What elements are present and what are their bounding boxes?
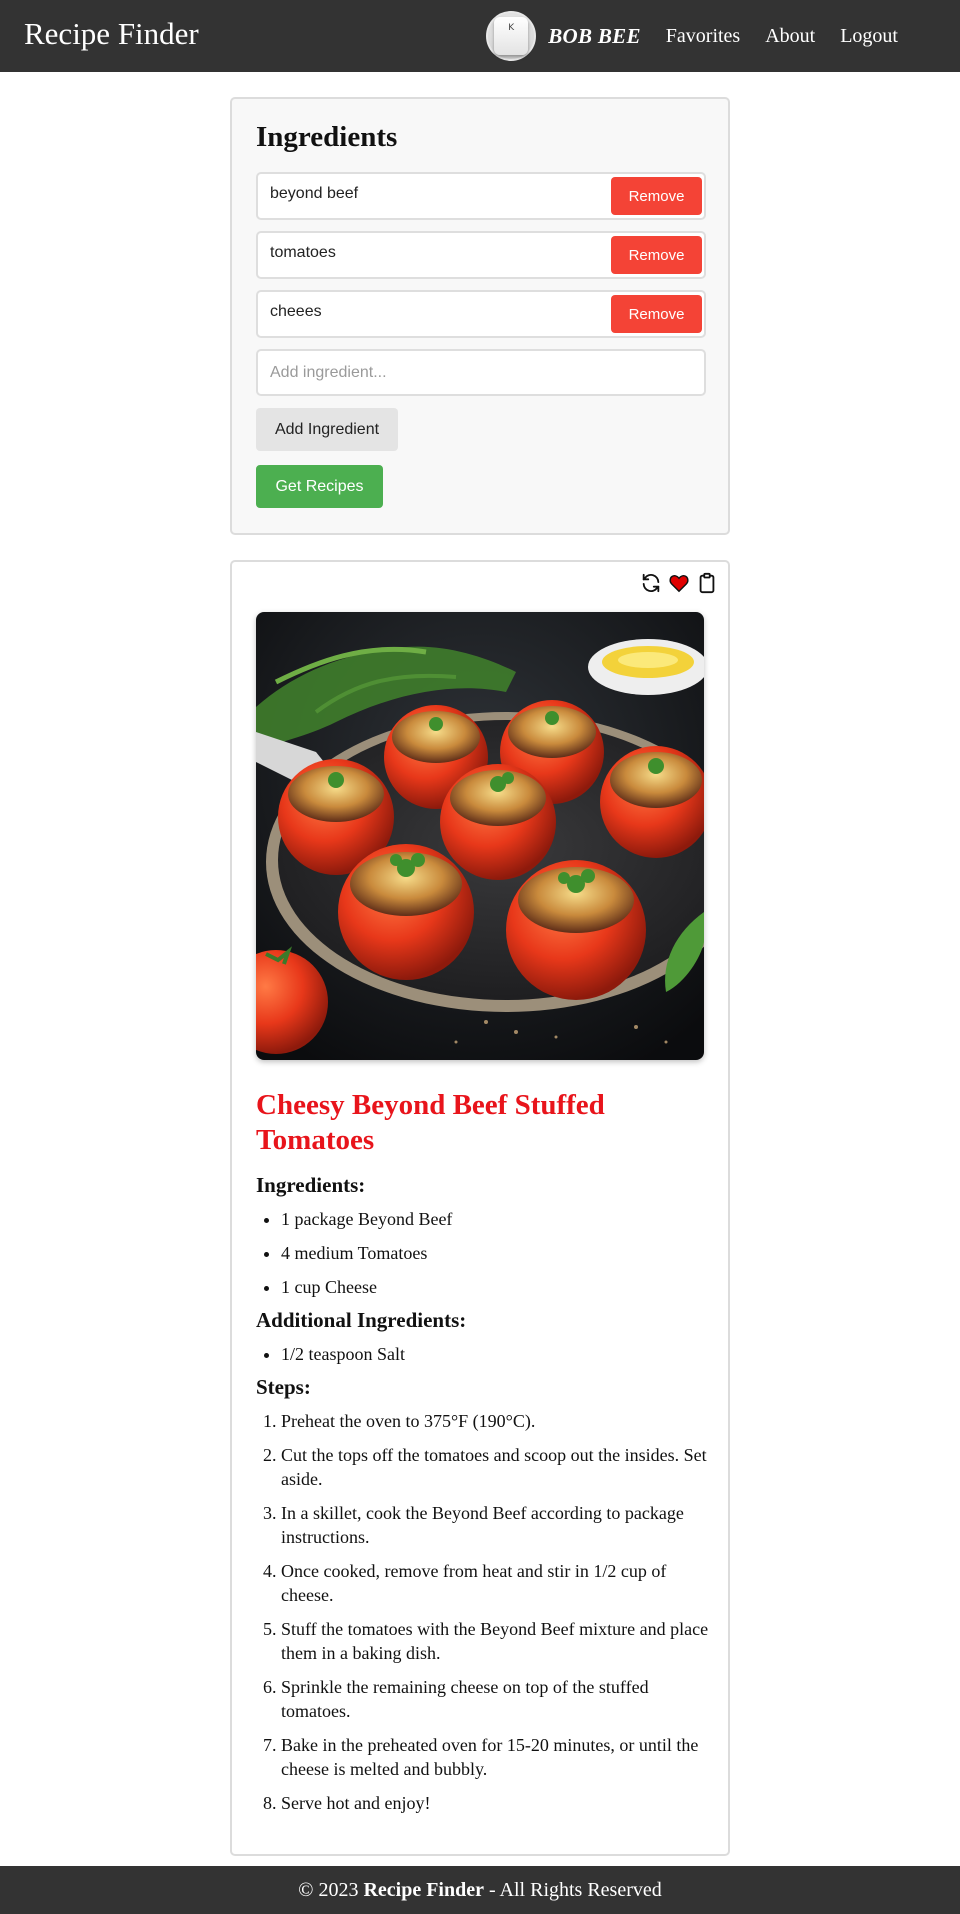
step-item: Once cooked, remove from heat and stir i… bbox=[281, 1559, 712, 1607]
additional-ingredients-heading: Additional Ingredients: bbox=[256, 1308, 467, 1332]
recipe-image bbox=[256, 612, 704, 1060]
clipboard-icon[interactable] bbox=[696, 572, 718, 594]
additional-ingredients-list: 1/2 teaspoon Salt bbox=[256, 1342, 712, 1366]
ingredient-item: tomatoes Remove bbox=[256, 231, 706, 279]
refresh-icon[interactable] bbox=[640, 572, 662, 594]
step-item: In a skillet, cook the Beyond Beef accor… bbox=[281, 1501, 712, 1549]
nav-right: K BOB BEE Favorites About Logout bbox=[486, 0, 898, 72]
add-ingredient-button[interactable]: Add Ingredient bbox=[256, 408, 398, 451]
recipe-title: Cheesy Beyond Beef Stuffed Tomatoes bbox=[256, 1089, 605, 1156]
ingredient-text: beyond beef bbox=[270, 185, 359, 202]
top-navbar: Recipe Finder K BOB BEE Favorites About … bbox=[0, 0, 960, 72]
add-ingredient-input[interactable] bbox=[256, 349, 706, 396]
ingredient-item: cheees Remove bbox=[256, 290, 706, 338]
step-item: Preheat the oven to 375°F (190°C). bbox=[281, 1409, 712, 1433]
ingredients-panel: Ingredients beyond beef Remove tomatoes … bbox=[230, 97, 730, 535]
list-item: 1 package Beyond Beef bbox=[281, 1207, 712, 1231]
step-item: Stuff the tomatoes with the Beyond Beef … bbox=[281, 1617, 712, 1665]
get-recipes-button[interactable]: Get Recipes bbox=[256, 465, 383, 508]
heart-icon[interactable] bbox=[668, 572, 690, 594]
list-item: 1/2 teaspoon Salt bbox=[281, 1342, 712, 1366]
remove-ingredient-button[interactable]: Remove bbox=[611, 177, 702, 215]
step-item: Serve hot and enjoy! bbox=[281, 1791, 712, 1815]
footer-brand: Recipe Finder bbox=[363, 1879, 484, 1901]
footer-copyright: © 2023 bbox=[298, 1879, 359, 1901]
ingredient-item: beyond beef Remove bbox=[256, 172, 706, 220]
page-footer: © 2023 Recipe Finder - All Rights Reserv… bbox=[0, 1866, 960, 1914]
user-avatar[interactable]: K bbox=[486, 11, 537, 61]
ingredients-panel-title: Ingredients bbox=[256, 121, 398, 153]
footer-rights: - All Rights Reserved bbox=[488, 1879, 662, 1901]
list-item: 4 medium Tomatoes bbox=[281, 1241, 712, 1265]
nav-link-logout[interactable]: Logout bbox=[840, 25, 898, 48]
recipe-card-toolbar bbox=[640, 572, 718, 594]
ingredient-text: cheees bbox=[270, 303, 322, 320]
avatar-key-image: K bbox=[494, 17, 529, 55]
step-item: Sprinkle the remaining cheese on top of … bbox=[281, 1675, 712, 1723]
steps-heading: Steps: bbox=[256, 1375, 311, 1399]
nav-link-about[interactable]: About bbox=[765, 25, 815, 48]
step-item: Cut the tops off the tomatoes and scoop … bbox=[281, 1443, 712, 1491]
remove-ingredient-button[interactable]: Remove bbox=[611, 295, 702, 333]
remove-ingredient-button[interactable]: Remove bbox=[611, 236, 702, 274]
ingredients-heading: Ingredients: bbox=[256, 1173, 366, 1197]
recipe-content: Cheesy Beyond Beef Stuffed Tomatoes Ingr… bbox=[256, 1088, 712, 1823]
brand-logo-link[interactable]: Recipe Finder bbox=[24, 14, 199, 54]
list-item: 1 cup Cheese bbox=[281, 1275, 712, 1299]
steps-list: Preheat the oven to 375°F (190°C). Cut t… bbox=[256, 1409, 712, 1815]
username-label: BOB BEE bbox=[548, 23, 641, 48]
recipe-ingredients-list: 1 package Beyond Beef 4 medium Tomatoes … bbox=[256, 1207, 712, 1299]
recipe-card: Cheesy Beyond Beef Stuffed Tomatoes Ingr… bbox=[230, 560, 730, 1856]
nav-link-favorites[interactable]: Favorites bbox=[666, 25, 740, 48]
step-item: Bake in the preheated oven for 15-20 min… bbox=[281, 1733, 712, 1781]
ingredient-text: tomatoes bbox=[270, 244, 336, 261]
